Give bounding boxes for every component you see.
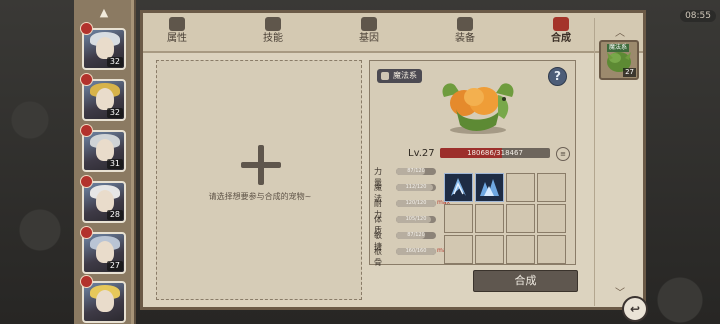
badge-icon xyxy=(80,124,93,137)
scroll-up-icon[interactable]: ︿ xyxy=(613,24,627,39)
skill-slot[interactable] xyxy=(475,204,504,233)
stat-value: 87/120 xyxy=(407,232,425,238)
skill-slot[interactable] xyxy=(444,173,473,202)
badge-icon xyxy=(80,22,93,35)
hp-text: 180686/318467 xyxy=(467,149,523,157)
scroll-up-icon[interactable]: ▲ xyxy=(96,6,112,19)
skill-slot[interactable] xyxy=(444,235,473,264)
skill-slot[interactable] xyxy=(537,204,566,233)
pet-thumb-level: 27 xyxy=(623,68,636,77)
attributes-icon xyxy=(169,17,185,31)
equipment-icon xyxy=(457,17,473,31)
stat-value: 112/120 xyxy=(405,184,427,190)
face xyxy=(96,88,114,110)
synthesis-icon xyxy=(553,17,569,31)
badge-icon xyxy=(80,175,93,188)
face xyxy=(96,290,114,312)
stat-bar: 87/120 xyxy=(396,168,436,175)
add-pet-slot[interactable]: 请选择想要参与合成的宠物~ xyxy=(156,60,362,300)
skill-slot[interactable] xyxy=(475,173,504,202)
stat-bar: 120/120 xyxy=(396,200,436,207)
skill-slot[interactable] xyxy=(444,204,473,233)
tab-equipment[interactable]: 装备 xyxy=(435,15,495,47)
plus-icon xyxy=(241,162,281,168)
face xyxy=(96,190,114,212)
tab-synthesis[interactable]: 合成 xyxy=(531,15,591,47)
stat-value: 87/120 xyxy=(407,168,425,174)
skill-slot[interactable] xyxy=(506,204,535,233)
tab-genes[interactable]: 基因 xyxy=(339,15,399,47)
stat-value: 120/120 xyxy=(405,200,427,206)
tab-skills[interactable]: 技能 xyxy=(243,15,303,47)
claw-skill-icon xyxy=(451,178,466,196)
info-icon[interactable]: ≡ xyxy=(556,147,570,161)
skill-grid xyxy=(444,173,572,264)
skill-slot[interactable] xyxy=(537,173,566,202)
tab-label: 属性 xyxy=(167,33,187,44)
tab-label: 基因 xyxy=(359,33,379,44)
hp-bar: 180686/318467 xyxy=(440,148,550,158)
help-icon[interactable]: ? xyxy=(548,67,567,86)
face xyxy=(96,139,114,161)
pet-info: 魔法系 ? Lv.27 180686/318467 ≡ 力量 87/120 魔法… xyxy=(369,60,576,267)
level-badge: 32 xyxy=(106,57,123,67)
skill-slot[interactable] xyxy=(506,173,535,202)
timer: 08:55 xyxy=(680,10,716,22)
tab-label: 技能 xyxy=(263,33,283,44)
stat-value: 160/160 xyxy=(405,248,427,254)
pet-panel: 属性 技能 基因 装备 合成 请选择想要参与合成的宠物~ 魔法系 ? Lv.27… xyxy=(140,10,646,310)
genes-icon xyxy=(361,17,377,31)
tab-label: 合成 xyxy=(551,33,571,44)
level-badge: 28 xyxy=(106,210,123,220)
badge-icon xyxy=(80,226,93,239)
stat-value: 105/120 xyxy=(405,216,427,222)
badge-icon xyxy=(80,73,93,86)
tab-label: 装备 xyxy=(455,33,475,44)
pet-creature-image xyxy=(442,83,514,134)
stat-bar: 112/120 xyxy=(396,184,436,191)
face xyxy=(96,37,114,59)
level-badge: 27 xyxy=(106,261,123,271)
skill-slot[interactable] xyxy=(475,235,504,264)
stat-bar: 160/160 xyxy=(396,248,436,255)
skill-slot[interactable] xyxy=(506,235,535,264)
tab-bar: 属性 技能 基因 装备 合成 xyxy=(143,13,643,53)
skill-slot[interactable] xyxy=(537,235,566,264)
badge-icon xyxy=(80,275,93,288)
stat-bar: 87/120 xyxy=(396,232,436,239)
pet-thumbnail[interactable]: 魔法系 27 xyxy=(599,40,639,80)
ice-skill-icon xyxy=(480,179,499,196)
scroll-down-icon[interactable]: ﹀ xyxy=(613,284,627,299)
stat-bar: 105/120 xyxy=(396,216,436,223)
add-pet-hint: 请选择想要参与合成的宠物~ xyxy=(208,192,312,201)
pet-thumb-name: 魔法系 xyxy=(607,44,630,52)
level-badge: 32 xyxy=(106,108,123,118)
pet-level: Lv.27 xyxy=(408,148,435,159)
synthesize-button[interactable]: 合成 xyxy=(473,270,578,292)
skills-icon xyxy=(265,17,281,31)
back-button[interactable]: ↩ xyxy=(622,296,648,322)
tab-attributes[interactable]: 属性 xyxy=(147,15,207,47)
level-badge: 31 xyxy=(106,159,123,169)
stat-name: 根骨 xyxy=(374,247,382,267)
pet-type-tag: 魔法系 xyxy=(377,69,422,83)
face xyxy=(96,241,114,263)
